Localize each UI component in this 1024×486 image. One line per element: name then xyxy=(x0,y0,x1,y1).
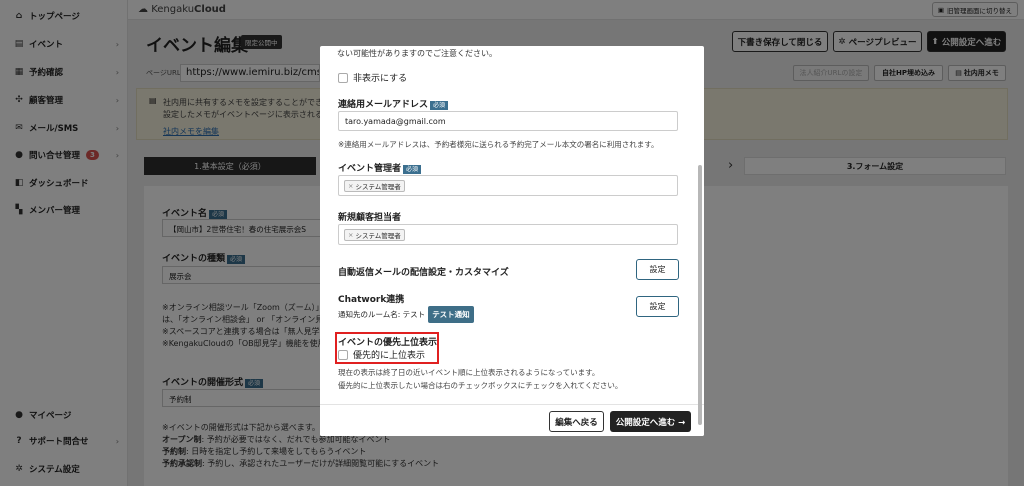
chatwork-label: Chatwork連携 xyxy=(338,295,405,305)
event-settings-modal: ない可能性がありますのでご注意ください。 非表示にする 連絡用メールアドレス 必須… xyxy=(320,46,704,436)
priority-label: イベントの優先上位表示 xyxy=(338,338,438,348)
remove-tag-icon[interactable]: × xyxy=(348,182,353,190)
autoreply-settings-button[interactable]: 設定 xyxy=(636,259,679,280)
test-notify-button[interactable]: テスト通知 xyxy=(428,306,474,323)
manager-tag[interactable]: × システム管理者 xyxy=(344,180,405,192)
event-manager-select[interactable]: × システム管理者 xyxy=(338,175,678,196)
modal-scrollbar[interactable] xyxy=(698,165,702,425)
new-customer-select[interactable]: × システム管理者 xyxy=(338,224,678,245)
new-customer-label: 新規顧客担当者 xyxy=(338,213,402,223)
autoreply-label: 自動返信メールの配信設定・カスタマイズ xyxy=(338,268,509,278)
contact-email-input[interactable]: taro.yamada@gmail.com xyxy=(338,111,678,131)
chatwork-room-row: 通知先のルーム名: テスト テスト通知 xyxy=(338,306,474,323)
hide-checkbox[interactable] xyxy=(338,72,348,83)
modal-footer: 編集へ戻る 公開設定へ進む → xyxy=(320,404,704,436)
chatwork-settings-button[interactable]: 設定 xyxy=(636,296,679,317)
hide-option[interactable]: 非表示にする xyxy=(338,71,407,84)
priority-option[interactable]: 優先的に上位表示 xyxy=(338,348,425,361)
event-manager-label: イベント管理者 必須 xyxy=(338,161,422,174)
contact-email-label: 連絡用メールアドレス 必須 xyxy=(338,97,449,110)
priority-checkbox[interactable] xyxy=(338,349,348,360)
new-customer-tag[interactable]: × システム管理者 xyxy=(344,229,405,241)
go-to-publish-button[interactable]: 公開設定へ進む → xyxy=(610,411,691,432)
remove-tag-icon[interactable]: × xyxy=(348,231,353,239)
back-to-edit-button[interactable]: 編集へ戻る xyxy=(549,411,604,432)
